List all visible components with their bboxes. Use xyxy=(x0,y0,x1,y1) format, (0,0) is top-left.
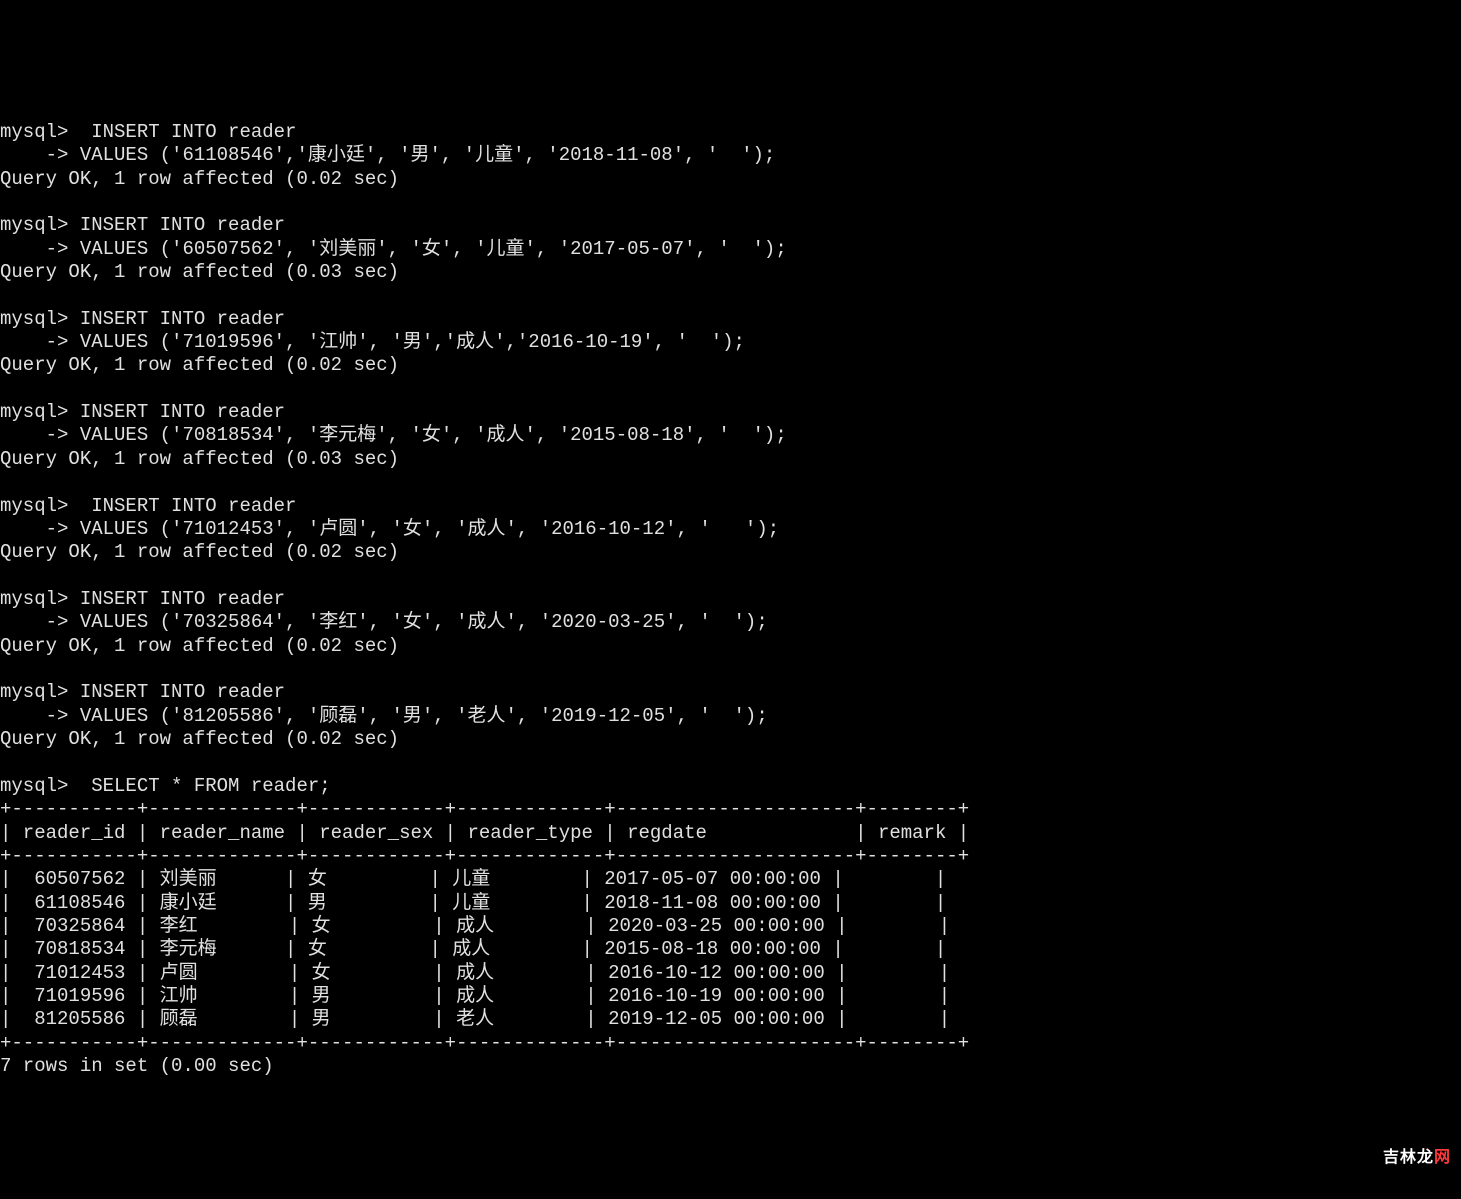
line: mysql> INSERT INTO reader xyxy=(0,214,285,236)
line: -> VALUES ('81205586', '顾磊', '男', '老人', … xyxy=(0,705,768,727)
table-row: | 61108546 | 康小廷 | 男 | 儿童 | 2018-11-08 0… xyxy=(0,892,946,914)
table-row: | 70818534 | 李元梅 | 女 | 成人 | 2015-08-18 0… xyxy=(0,938,946,960)
table-border: +-----------+-------------+------------+… xyxy=(0,845,969,867)
line: mysql> INSERT INTO reader xyxy=(0,495,296,517)
table-row: | 70325864 | 李红 | 女 | 成人 | 2020-03-25 00… xyxy=(0,915,950,937)
table-border: +-----------+-------------+------------+… xyxy=(0,1032,969,1054)
line: mysql> INSERT INTO reader xyxy=(0,681,285,703)
line: mysql> INSERT INTO reader xyxy=(0,401,285,423)
line: mysql> INSERT INTO reader xyxy=(0,588,285,610)
table-row: | 60507562 | 刘美丽 | 女 | 儿童 | 2017-05-07 0… xyxy=(0,868,946,890)
line: mysql> INSERT INTO reader xyxy=(0,121,296,143)
watermark: 吉林龙网 xyxy=(1379,1146,1455,1170)
line: -> VALUES ('70818534', '李元梅', '女', '成人',… xyxy=(0,424,787,446)
table-header: | reader_id | reader_name | reader_sex |… xyxy=(0,822,969,844)
line: -> VALUES ('61108546','康小廷', '男', '儿童', … xyxy=(0,144,775,166)
line: mysql> INSERT INTO reader xyxy=(0,308,285,330)
line: -> VALUES ('71019596', '江帅', '男','成人','2… xyxy=(0,331,745,353)
line: mysql> SELECT * FROM reader; xyxy=(0,775,331,797)
line: -> VALUES ('70325864', '李红', '女', '成人', … xyxy=(0,611,768,633)
table-row: | 81205586 | 顾磊 | 男 | 老人 | 2019-12-05 00… xyxy=(0,1008,950,1030)
query-result: Query OK, 1 row affected (0.02 sec) xyxy=(0,728,399,750)
query-result: Query OK, 1 row affected (0.02 sec) xyxy=(0,541,399,563)
query-result: Query OK, 1 row affected (0.02 sec) xyxy=(0,635,399,657)
query-result: Query OK, 1 row affected (0.02 sec) xyxy=(0,168,399,190)
query-result: Query OK, 1 row affected (0.03 sec) xyxy=(0,261,399,283)
query-result: Query OK, 1 row affected (0.03 sec) xyxy=(0,448,399,470)
table-row: | 71019596 | 江帅 | 男 | 成人 | 2016-10-19 00… xyxy=(0,985,950,1007)
mysql-terminal[interactable]: mysql> INSERT INTO reader -> VALUES ('61… xyxy=(0,117,1461,1079)
line: -> VALUES ('60507562', '刘美丽', '女', '儿童',… xyxy=(0,238,787,260)
table-row: | 71012453 | 卢圆 | 女 | 成人 | 2016-10-12 00… xyxy=(0,962,950,984)
line: -> VALUES ('71012453', '卢圆', '女', '成人', … xyxy=(0,518,779,540)
rows-result: 7 rows in set (0.00 sec) xyxy=(0,1055,274,1077)
query-result: Query OK, 1 row affected (0.02 sec) xyxy=(0,354,399,376)
table-border: +-----------+-------------+------------+… xyxy=(0,798,969,820)
